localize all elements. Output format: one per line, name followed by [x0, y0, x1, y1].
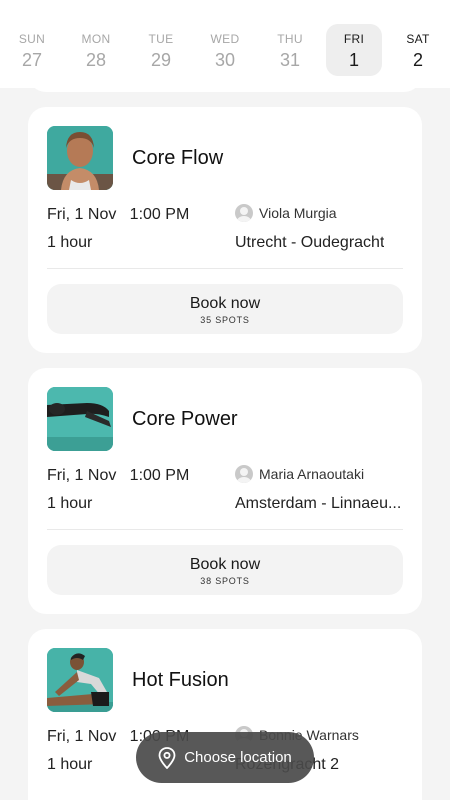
- book-now-button[interactable]: Book now 38 SPOTS: [47, 545, 403, 595]
- class-thumbnail: [47, 126, 113, 190]
- book-now-label: Book now: [189, 294, 261, 312]
- map-pin-icon: [158, 746, 176, 769]
- day-number: 1: [348, 50, 359, 70]
- day-of-week: SAT: [406, 32, 430, 46]
- day-number: 31: [279, 50, 301, 70]
- class-date-time: Fri, 1 Nov 1:00 PM: [47, 467, 190, 484]
- class-list[interactable]: Core Flow Fri, 1 Nov 1:00 PM 1 hour Viol…: [0, 0, 450, 800]
- class-thumbnail: [47, 648, 113, 712]
- book-now-button[interactable]: Book now 35 SPOTS: [47, 284, 403, 334]
- choose-location-label: Choose location: [184, 749, 292, 766]
- day-of-week: TUE: [148, 32, 174, 46]
- instructor-name: Maria Arnaoutaki: [259, 466, 365, 482]
- class-card[interactable]: Core Flow Fri, 1 Nov 1:00 PM 1 hour Viol…: [28, 107, 422, 353]
- day-of-week: FRI: [343, 32, 365, 46]
- day-tue[interactable]: TUE 29: [132, 24, 190, 76]
- choose-location-button[interactable]: Choose location: [136, 732, 314, 783]
- day-fri[interactable]: FRI 1: [326, 24, 382, 76]
- day-number: 29: [150, 50, 172, 70]
- divider: [47, 268, 403, 269]
- day-number: 30: [214, 50, 236, 70]
- day-of-week: WED: [210, 32, 240, 46]
- day-sun[interactable]: SUN 27: [3, 24, 61, 76]
- class-thumbnail: [47, 387, 113, 451]
- class-location: Amsterdam - Linnaeu...: [235, 495, 402, 512]
- class-card[interactable]: Core Power Fri, 1 Nov 1:00 PM 1 hour Mar…: [28, 368, 422, 614]
- spots-count: 35 SPOTS: [200, 314, 250, 325]
- class-title: Core Flow: [132, 147, 224, 169]
- day-of-week: SUN: [18, 32, 46, 46]
- instructor: Maria Arnaoutaki: [235, 465, 364, 483]
- day-thu[interactable]: THU 31: [261, 24, 319, 76]
- divider: [47, 529, 403, 530]
- class-date-time: Fri, 1 Nov 1:00 PM: [47, 206, 190, 223]
- book-now-label: Book now: [189, 555, 261, 573]
- day-selector: SUN 27 MON 28 TUE 29 WED 30 THU 31 FRI 1…: [0, 0, 450, 88]
- spots-count: 38 SPOTS: [200, 575, 250, 586]
- instructor: Viola Murgia: [235, 204, 337, 222]
- avatar-icon: [235, 204, 253, 222]
- day-of-week: MON: [81, 32, 111, 46]
- seated-stretch-icon: [47, 648, 113, 712]
- instructor-name: Viola Murgia: [259, 205, 337, 221]
- class-location: Utrecht - Oudegracht: [235, 234, 385, 251]
- day-number: 28: [85, 50, 107, 70]
- day-mon[interactable]: MON 28: [67, 24, 125, 76]
- day-sat[interactable]: SAT 2: [389, 24, 447, 76]
- class-title: Core Power: [132, 408, 238, 430]
- plank-pose-icon: [47, 387, 113, 451]
- class-duration: 1 hour: [47, 756, 93, 773]
- day-wed[interactable]: WED 30: [196, 24, 254, 76]
- class-duration: 1 hour: [47, 495, 93, 512]
- portrait-woman-icon: [47, 126, 113, 190]
- class-duration: 1 hour: [47, 234, 93, 251]
- avatar-icon: [235, 465, 253, 483]
- class-title: Hot Fusion: [132, 669, 229, 691]
- day-number: 27: [21, 50, 43, 70]
- schedule-screen: Core Flow Fri, 1 Nov 1:00 PM 1 hour Viol…: [0, 0, 450, 800]
- day-number: 2: [412, 50, 423, 70]
- day-of-week: THU: [277, 32, 303, 46]
